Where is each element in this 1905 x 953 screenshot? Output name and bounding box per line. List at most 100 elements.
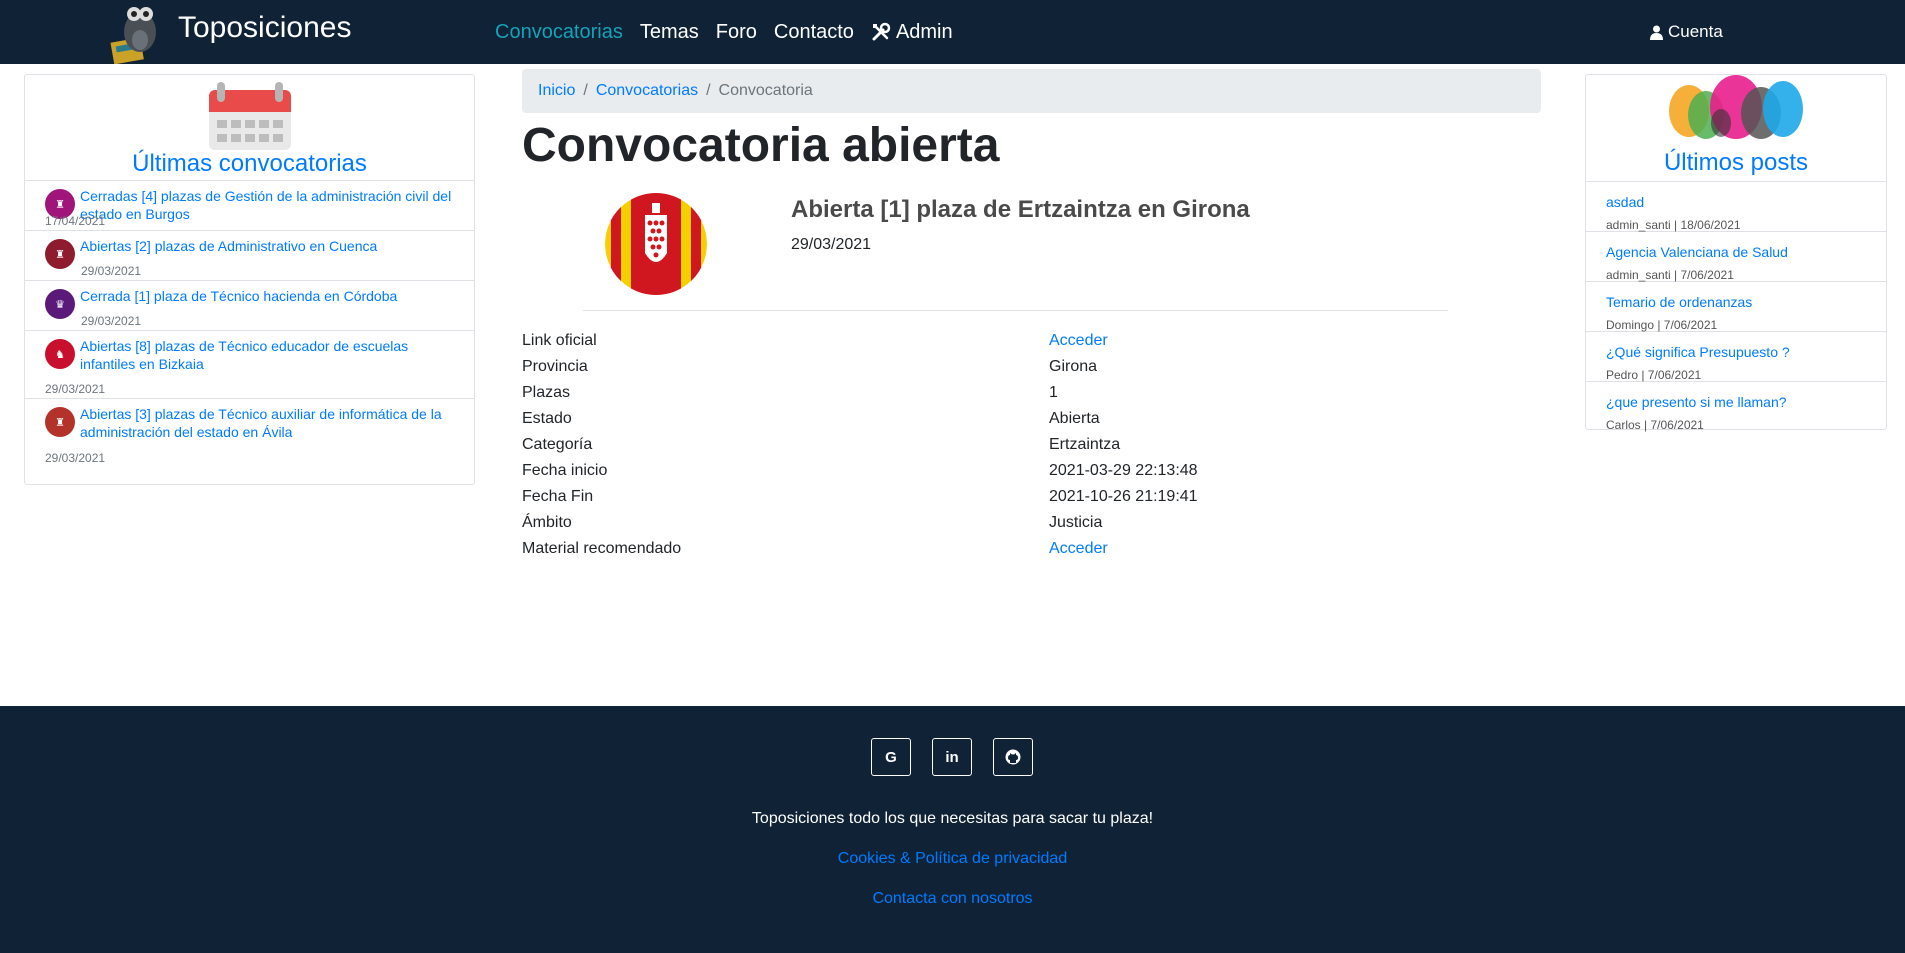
list-item: Temario de ordenanzas Domingo | 7/06/202… (1586, 282, 1886, 332)
list-item: ♛ Cerrada [1] plaza de Técnico hacienda … (25, 281, 474, 331)
girona-emblem-icon (605, 193, 707, 295)
detail-label: Material recomendado (522, 540, 682, 557)
nav-temas[interactable]: Temas (640, 21, 699, 44)
detail-label: Estado (522, 410, 572, 427)
detail-row: Estado Abierta (522, 406, 1541, 432)
contact-link[interactable]: Contacta con nosotros (872, 890, 1032, 907)
detail-value: Abierta (1049, 410, 1100, 427)
detail-value: Justicia (1049, 514, 1103, 531)
detail-label: Categoría (522, 436, 593, 453)
nav-contacto[interactable]: Contacto (774, 21, 854, 44)
detail-value: Ertzaintza (1049, 436, 1121, 453)
post-meta: Pedro | 7/06/2021 (1606, 368, 1702, 382)
post-link[interactable]: Agencia Valenciana de Salud (1606, 244, 1788, 260)
detail-label: Ámbito (522, 514, 572, 531)
convocatoria-title: Abierta [1] plaza de Ertzaintza en Giron… (791, 196, 1250, 223)
nav-convocatorias[interactable]: Convocatorias (495, 21, 623, 44)
convocatoria-date: 29/03/2021 (81, 264, 142, 278)
top-navbar: Toposiciones Convocatorias Temas Foro Co… (0, 0, 1905, 65)
breadcrumb-convocatorias[interactable]: Convocatorias (596, 82, 698, 100)
convocatorias-list: ♜ Cerradas [4] plazas de Gestión de la a… (25, 181, 474, 467)
brand[interactable]: Toposiciones (110, 0, 351, 65)
calendar-icon (208, 82, 291, 150)
github-glyph-icon (1005, 749, 1021, 765)
convocatoria-link[interactable]: Abiertas [3] plazas de Técnico auxiliar … (80, 405, 454, 441)
post-meta: admin_santi | 18/06/2021 (1606, 218, 1741, 232)
nav-admin[interactable]: Admin (871, 21, 953, 44)
card-header: Últimas convocatorias (25, 75, 474, 181)
post-link[interactable]: ¿que presento si me llaman? (1606, 394, 1787, 410)
detail-value: 2021-03-29 22:13:48 (1049, 462, 1198, 479)
main-nav: Convocatorias Temas Foro Contacto Admin (495, 0, 953, 64)
page-title: Convocatoria abierta (522, 119, 1000, 172)
latest-posts-title: Últimos posts (1663, 149, 1809, 176)
brand-name[interactable]: Toposiciones (178, 11, 351, 45)
account-label: Cuenta (1668, 22, 1723, 41)
convocatoria-date: 17/04/2021 (45, 214, 106, 228)
list-item: ♜ Abiertas [2] plazas de Administrativo … (25, 231, 474, 281)
detail-label: Fecha inicio (522, 462, 608, 479)
detail-label: Fecha Fin (522, 488, 594, 505)
post-meta: admin_santi | 7/06/2021 (1606, 268, 1734, 282)
convocatoria-date: 29/03/2021 (81, 314, 142, 328)
mascot-logo-icon (110, 0, 174, 65)
list-item: ♜ Abiertas [3] plazas de Técnico auxilia… (25, 399, 474, 467)
details-table: Link oficial Acceder Provincia Girona Pl… (522, 328, 1541, 562)
account-link[interactable]: Cuenta (1650, 0, 1723, 64)
breadcrumb-current: Convocatoria (718, 82, 813, 99)
linkedin-icon[interactable]: in (932, 738, 972, 776)
province-seal-icon: ♞ (45, 339, 75, 369)
card-header: Últimos posts (1586, 75, 1886, 182)
detail-label: Link oficial (522, 332, 597, 349)
latest-posts-card: Últimos posts asdad admin_santi | 18/06/… (1585, 74, 1887, 432)
footer-tagline: Toposiciones todo los que necesitas para… (751, 810, 1154, 827)
detail-row: Provincia Girona (522, 354, 1541, 380)
detail-row: Fecha Fin 2021-10-26 21:19:41 (522, 484, 1541, 510)
list-item: ¿Qué significa Presupuesto ? Pedro | 7/0… (1586, 332, 1886, 382)
nav-foro[interactable]: Foro (716, 21, 757, 44)
province-seal-icon: ♜ (45, 407, 75, 437)
user-icon (1650, 25, 1663, 40)
list-item: asdad admin_santi | 18/06/2021 (1586, 182, 1886, 232)
google-icon[interactable]: G (871, 738, 911, 776)
latest-convocatorias-card: Últimas convocatorias ♜ Cerradas [4] pla… (24, 74, 475, 485)
convocatoria-date: 29/03/2021 (45, 451, 106, 465)
post-link[interactable]: ¿Qué significa Presupuesto ? (1606, 344, 1790, 360)
list-item: ♜ Cerradas [4] plazas de Gestión de la a… (25, 181, 474, 231)
detail-row: Material recomendado Acceder (522, 536, 1541, 562)
breadcrumb: Inicio / Convocatorias / Convocatoria (522, 69, 1541, 113)
post-link[interactable]: Temario de ordenanzas (1606, 294, 1752, 310)
nav-admin-label: Admin (895, 20, 953, 43)
detail-label: Provincia (522, 358, 588, 375)
official-link[interactable]: Acceder (1049, 332, 1108, 350)
post-meta: Domingo | 7/06/2021 (1606, 318, 1718, 332)
detail-value: 1 (1049, 384, 1058, 401)
detail-label: Plazas (522, 384, 571, 401)
detail-row: Fecha inicio 2021-03-29 22:13:48 (522, 458, 1541, 484)
tools-icon (872, 22, 891, 41)
detail-row: Ámbito Justicia (522, 510, 1541, 536)
convocatoria-link[interactable]: Cerradas [4] plazas de Gestión de la adm… (80, 187, 454, 223)
cookies-policy-link[interactable]: Cookies & Política de privacidad (838, 850, 1067, 867)
convocatoria-pub-date: 29/03/2021 (791, 236, 872, 253)
breadcrumb-home[interactable]: Inicio (538, 82, 575, 100)
convocatoria-link[interactable]: Abiertas [8] plazas de Técnico educador … (80, 337, 454, 373)
divider (583, 310, 1448, 311)
breadcrumb-separator: / (706, 82, 711, 99)
list-item: Agencia Valenciana de Salud admin_santi … (1586, 232, 1886, 282)
province-seal-icon: ♛ (45, 289, 75, 319)
detail-value: 2021-10-26 21:19:41 (1049, 488, 1198, 505)
detail-value: Girona (1049, 358, 1098, 375)
list-item: ♞ Abiertas [8] plazas de Técnico educado… (25, 331, 474, 399)
recommended-material-link[interactable]: Acceder (1049, 540, 1108, 558)
province-seal-icon: ♜ (45, 239, 75, 269)
convocatoria-date: 29/03/2021 (45, 382, 106, 396)
detail-row: Categoría Ertzaintza (522, 432, 1541, 458)
list-item: ¿que presento si me llaman? Carlos | 7/0… (1586, 382, 1886, 432)
post-meta: Carlos | 7/06/2021 (1606, 418, 1704, 432)
github-icon[interactable] (993, 738, 1033, 776)
detail-row: Link oficial Acceder (522, 328, 1541, 354)
latest-convocatorias-title: Últimas convocatorias (132, 150, 367, 177)
post-link[interactable]: asdad (1606, 194, 1644, 210)
speech-bubbles-icon (1669, 75, 1803, 139)
